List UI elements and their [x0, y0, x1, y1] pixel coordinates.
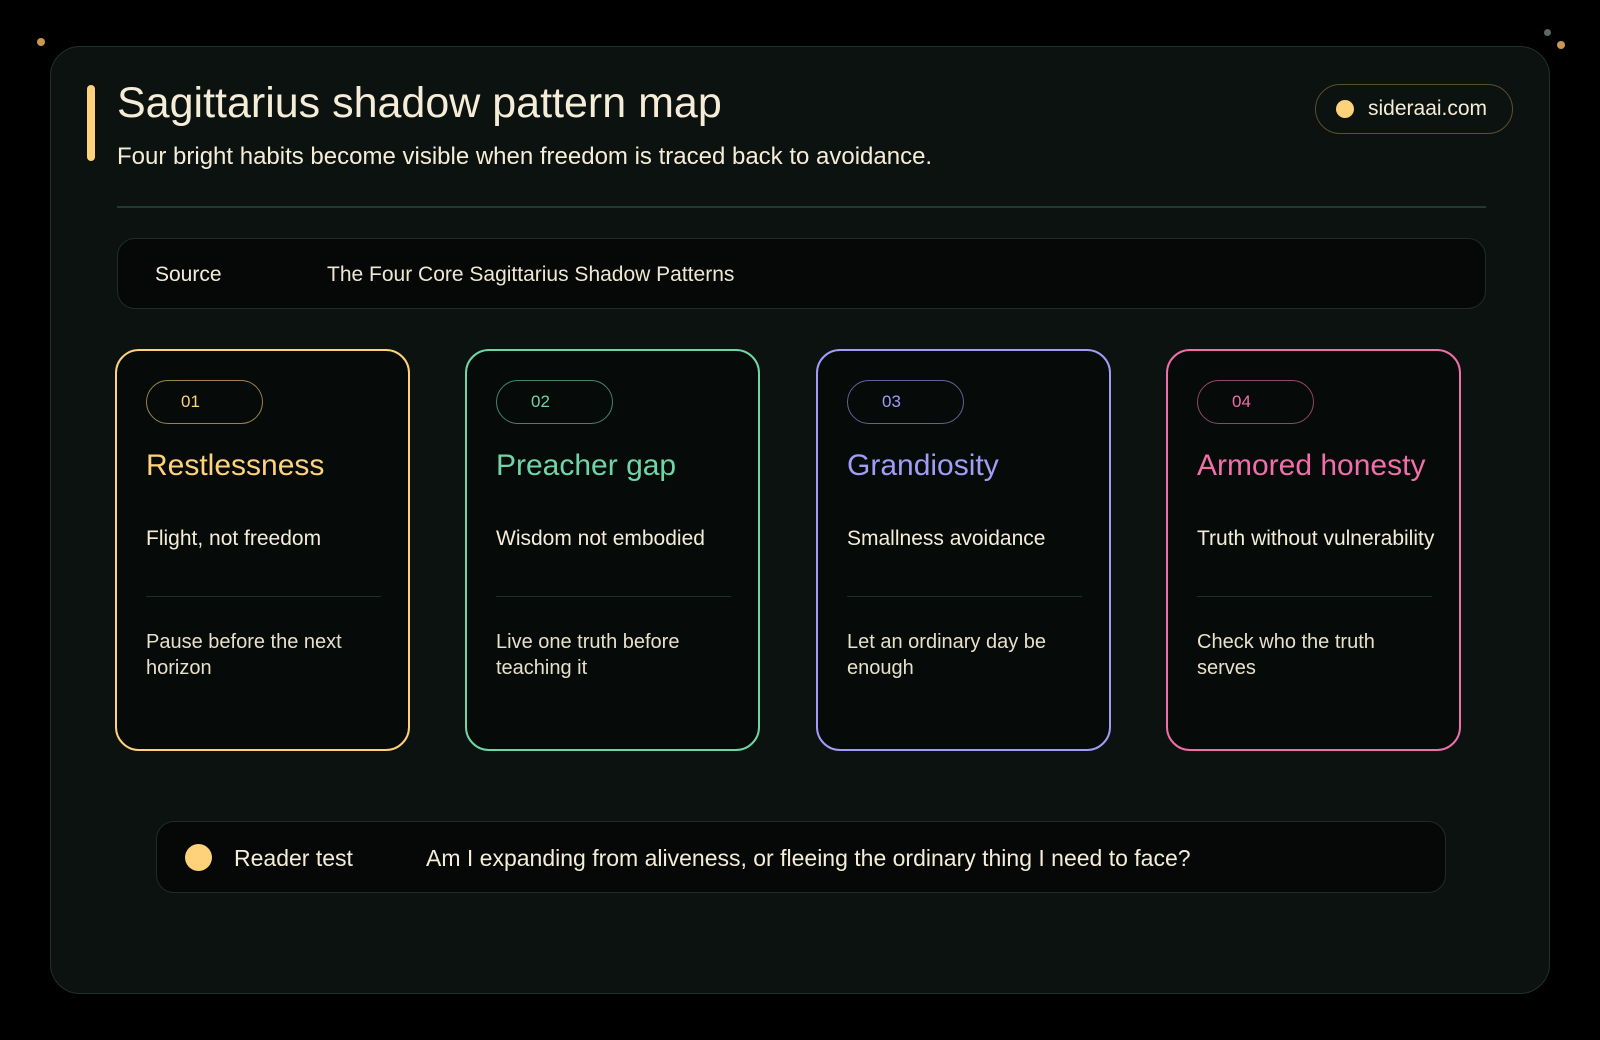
decor-dot-icon — [1544, 29, 1551, 36]
card-divider — [1197, 596, 1432, 597]
site-link[interactable]: sideraai.com — [1368, 97, 1487, 121]
pattern-card-4: 04 Armored honesty Truth without vulnera… — [1166, 349, 1461, 751]
reader-dot-icon — [185, 844, 212, 871]
card-title: Grandiosity — [847, 449, 999, 482]
source-box: Source The Four Core Sagittarius Shadow … — [117, 238, 1486, 309]
card-tagline: Smallness avoidance — [847, 527, 1046, 550]
card-number-badge: 04 — [1197, 380, 1314, 424]
pattern-card-3: 03 Grandiosity Smallness avoidance Let a… — [816, 349, 1111, 751]
card-divider — [496, 596, 731, 597]
main-panel: Sagittarius shadow pattern map Four brig… — [50, 46, 1550, 994]
header-divider — [117, 206, 1486, 208]
decor-dot-icon — [37, 38, 45, 46]
pattern-card-2: 02 Preacher gap Wisdom not embodied Live… — [465, 349, 760, 751]
page-title: Sagittarius shadow pattern map — [117, 79, 722, 127]
card-action: Check who the truth serves — [1197, 631, 1375, 679]
reader-test-box: Reader test Am I expanding from alivenes… — [156, 821, 1446, 893]
card-divider — [146, 596, 381, 597]
card-number-badge: 02 — [496, 380, 613, 424]
source-label: Source — [155, 263, 222, 286]
card-divider — [847, 596, 1082, 597]
site-badge[interactable]: sideraai.com — [1315, 84, 1513, 134]
stage: Sagittarius shadow pattern map Four brig… — [0, 0, 1600, 1040]
card-number-badge: 01 — [146, 380, 263, 424]
card-action: Let an ordinary day be enough — [847, 631, 1047, 679]
title-accent-bar — [87, 85, 95, 161]
card-tagline: Flight, not freedom — [146, 527, 322, 550]
source-value: The Four Core Sagittarius Shadow Pattern… — [327, 263, 735, 286]
card-action: Pause before the next horizon — [146, 631, 342, 679]
reader-test-question: Am I expanding from aliveness, or fleein… — [426, 845, 1191, 871]
card-action: Live one truth before teaching it — [496, 631, 680, 679]
card-number-badge: 03 — [847, 380, 964, 424]
card-title: Restlessness — [146, 449, 325, 482]
card-tagline: Truth without vulnerability — [1197, 527, 1435, 550]
card-title: Preacher gap — [496, 449, 677, 482]
card-title: Armored honesty — [1197, 449, 1426, 482]
reader-test-label: Reader test — [234, 845, 353, 871]
decor-dot-icon — [1557, 41, 1565, 49]
page-subtitle: Four bright habits become visible when f… — [117, 143, 933, 170]
card-tagline: Wisdom not embodied — [496, 527, 705, 550]
site-dot-icon — [1336, 100, 1354, 118]
pattern-card-1: 01 Restlessness Flight, not freedom Paus… — [115, 349, 410, 751]
